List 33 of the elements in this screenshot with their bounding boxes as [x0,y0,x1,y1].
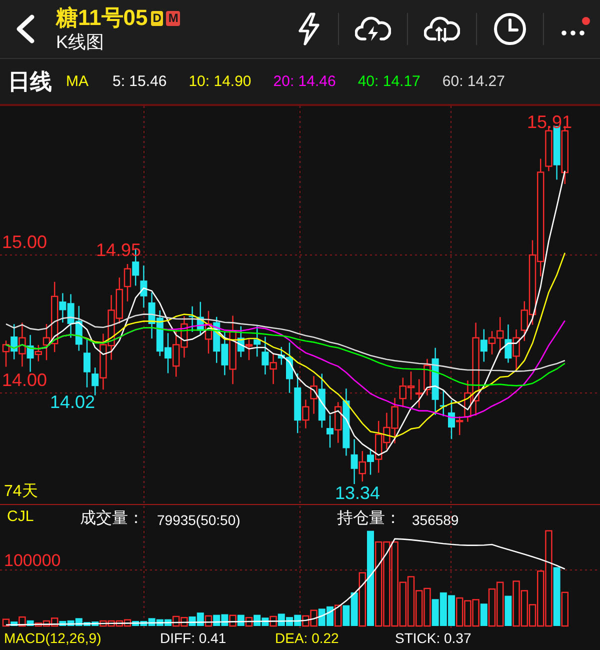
market-badge: M [166,10,180,26]
ma-value: 5: 15.46 [112,73,167,90]
price-label: 13.34 [335,483,380,503]
ma-label: MA [66,73,88,90]
ma-value: 40: 14.17 [358,73,420,90]
macd-value: DEA: 0.22 [275,629,339,647]
price-label: 15.00 [2,232,48,252]
price-label: 14.95 [96,240,142,260]
volume-scale-label: 100000 [4,552,61,570]
lightning-icon[interactable] [296,12,322,46]
period-label[interactable]: 日线 [8,66,52,96]
macd-value: MACD(12,26,9) [4,629,102,647]
volume-label: 成交量： [80,510,144,528]
open-interest-value: 356589 [412,511,459,529]
contract-title: 糖11号05 [56,5,148,31]
open-interest-label: 持仓量： [337,510,401,528]
price-label: 14.02 [50,392,96,412]
cloud-lightning-icon[interactable] [355,15,391,43]
ma-value: 20: 14.46 [273,73,336,90]
market-badge: D [150,10,164,26]
indicator-label[interactable]: CJL [7,508,34,526]
volume-value: 79935(50:50) [157,511,240,529]
ma-value: 60: 14.27 [442,73,505,90]
cloud-arrows-icon[interactable] [424,15,460,43]
day-count: 74天 [4,483,38,501]
macd-value: DIFF: 0.41 [160,629,226,647]
macd-value: STICK: 0.37 [395,629,472,647]
price-label: 14.00 [2,370,48,390]
ma-value: 10: 14.90 [188,73,252,90]
price-label: 15.91 [526,112,572,132]
chevron-left-icon [14,14,36,44]
chart-subtitle: K线图 [56,31,106,53]
clock-icon[interactable] [493,12,527,46]
